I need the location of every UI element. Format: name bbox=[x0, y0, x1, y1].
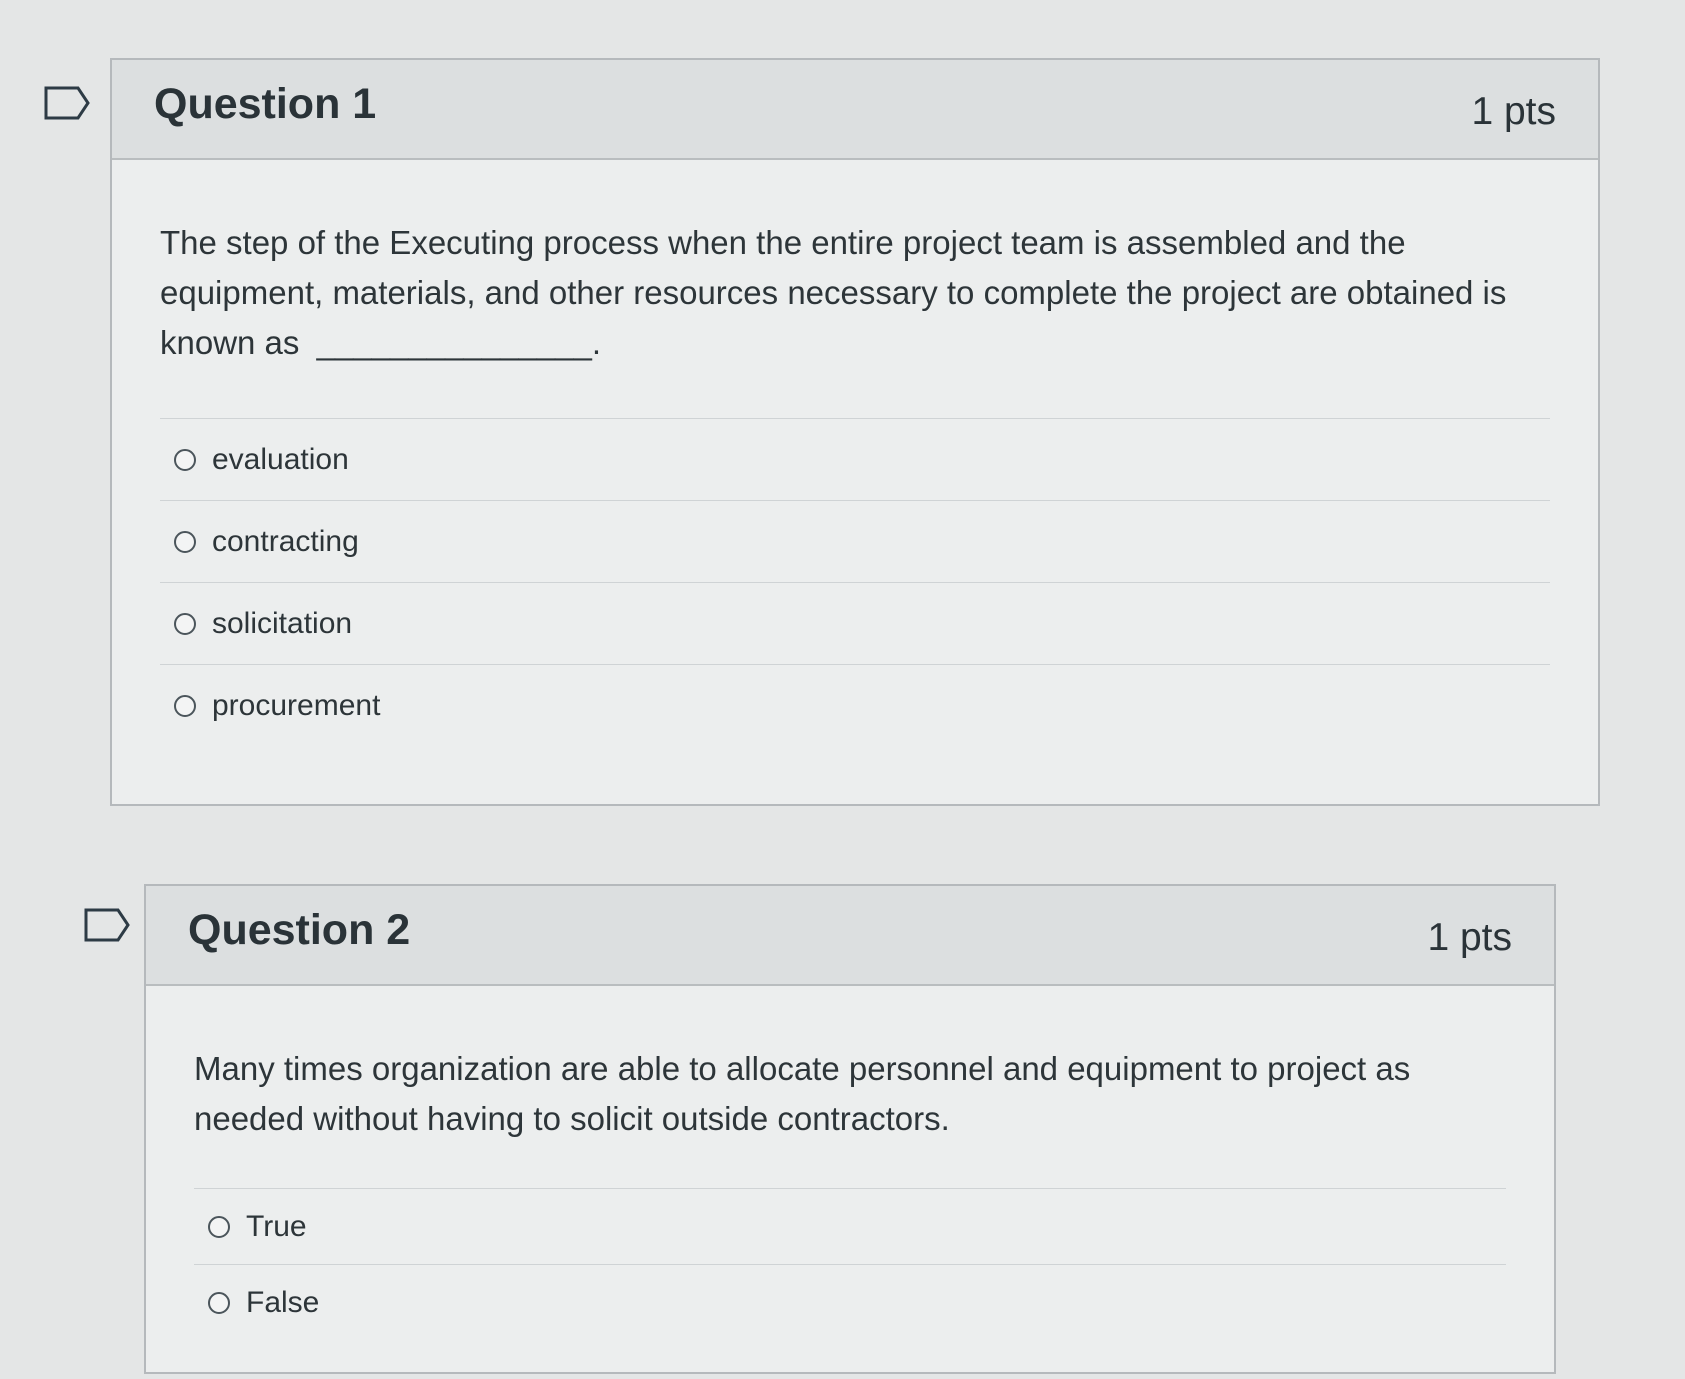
answer-contracting[interactable]: contracting bbox=[160, 500, 1550, 582]
answer-label: True bbox=[246, 1209, 307, 1243]
answer-false[interactable]: False bbox=[194, 1264, 1506, 1340]
radio-button-icon[interactable] bbox=[174, 448, 196, 471]
flag-question-2-icon[interactable] bbox=[84, 908, 130, 942]
radio-button-icon[interactable] bbox=[208, 1291, 230, 1314]
answer-true[interactable]: True bbox=[194, 1188, 1506, 1264]
question-2-title: Question 2 bbox=[188, 906, 411, 954]
question-1-points: 1 pts bbox=[1471, 90, 1556, 133]
radio-button-icon[interactable] bbox=[208, 1215, 230, 1238]
question-1-card: Question 1 1 pts The step of the Executi… bbox=[110, 58, 1600, 806]
answer-label: solicitation bbox=[212, 606, 353, 640]
question-1-body: The step of the Executing process when t… bbox=[112, 160, 1598, 746]
answer-label: False bbox=[246, 1285, 320, 1319]
answer-evaluation[interactable]: evaluation bbox=[160, 418, 1550, 500]
radio-button-icon[interactable] bbox=[174, 694, 196, 717]
answer-label: evaluation bbox=[212, 442, 349, 476]
radio-button-icon[interactable] bbox=[174, 530, 196, 553]
answer-label: contracting bbox=[212, 524, 359, 558]
question-2-header: Question 2 1 pts bbox=[146, 886, 1554, 986]
question-2-points: 1 pts bbox=[1427, 916, 1512, 959]
question-2-card: Question 2 1 pts Many times organization… bbox=[144, 884, 1556, 1374]
question-2-answers: True False bbox=[194, 1188, 1506, 1340]
flag-question-1-icon[interactable] bbox=[44, 86, 90, 120]
question-1-header: Question 1 1 pts bbox=[112, 60, 1598, 160]
question-1-answers: evaluation contracting solicitation proc… bbox=[160, 418, 1550, 746]
question-2-prompt: Many times organization are able to allo… bbox=[194, 1050, 1411, 1137]
answer-label: procurement bbox=[212, 688, 381, 722]
question-1-title: Question 1 bbox=[154, 80, 377, 128]
radio-button-icon[interactable] bbox=[174, 612, 196, 635]
answer-solicitation[interactable]: solicitation bbox=[160, 582, 1550, 664]
question-2-body: Many times organization are able to allo… bbox=[146, 986, 1554, 1340]
answer-procurement[interactable]: procurement bbox=[160, 664, 1550, 746]
question-1-prompt: The step of the Executing process when t… bbox=[160, 218, 1550, 368]
question-1-blank: _______________. bbox=[316, 324, 602, 361]
